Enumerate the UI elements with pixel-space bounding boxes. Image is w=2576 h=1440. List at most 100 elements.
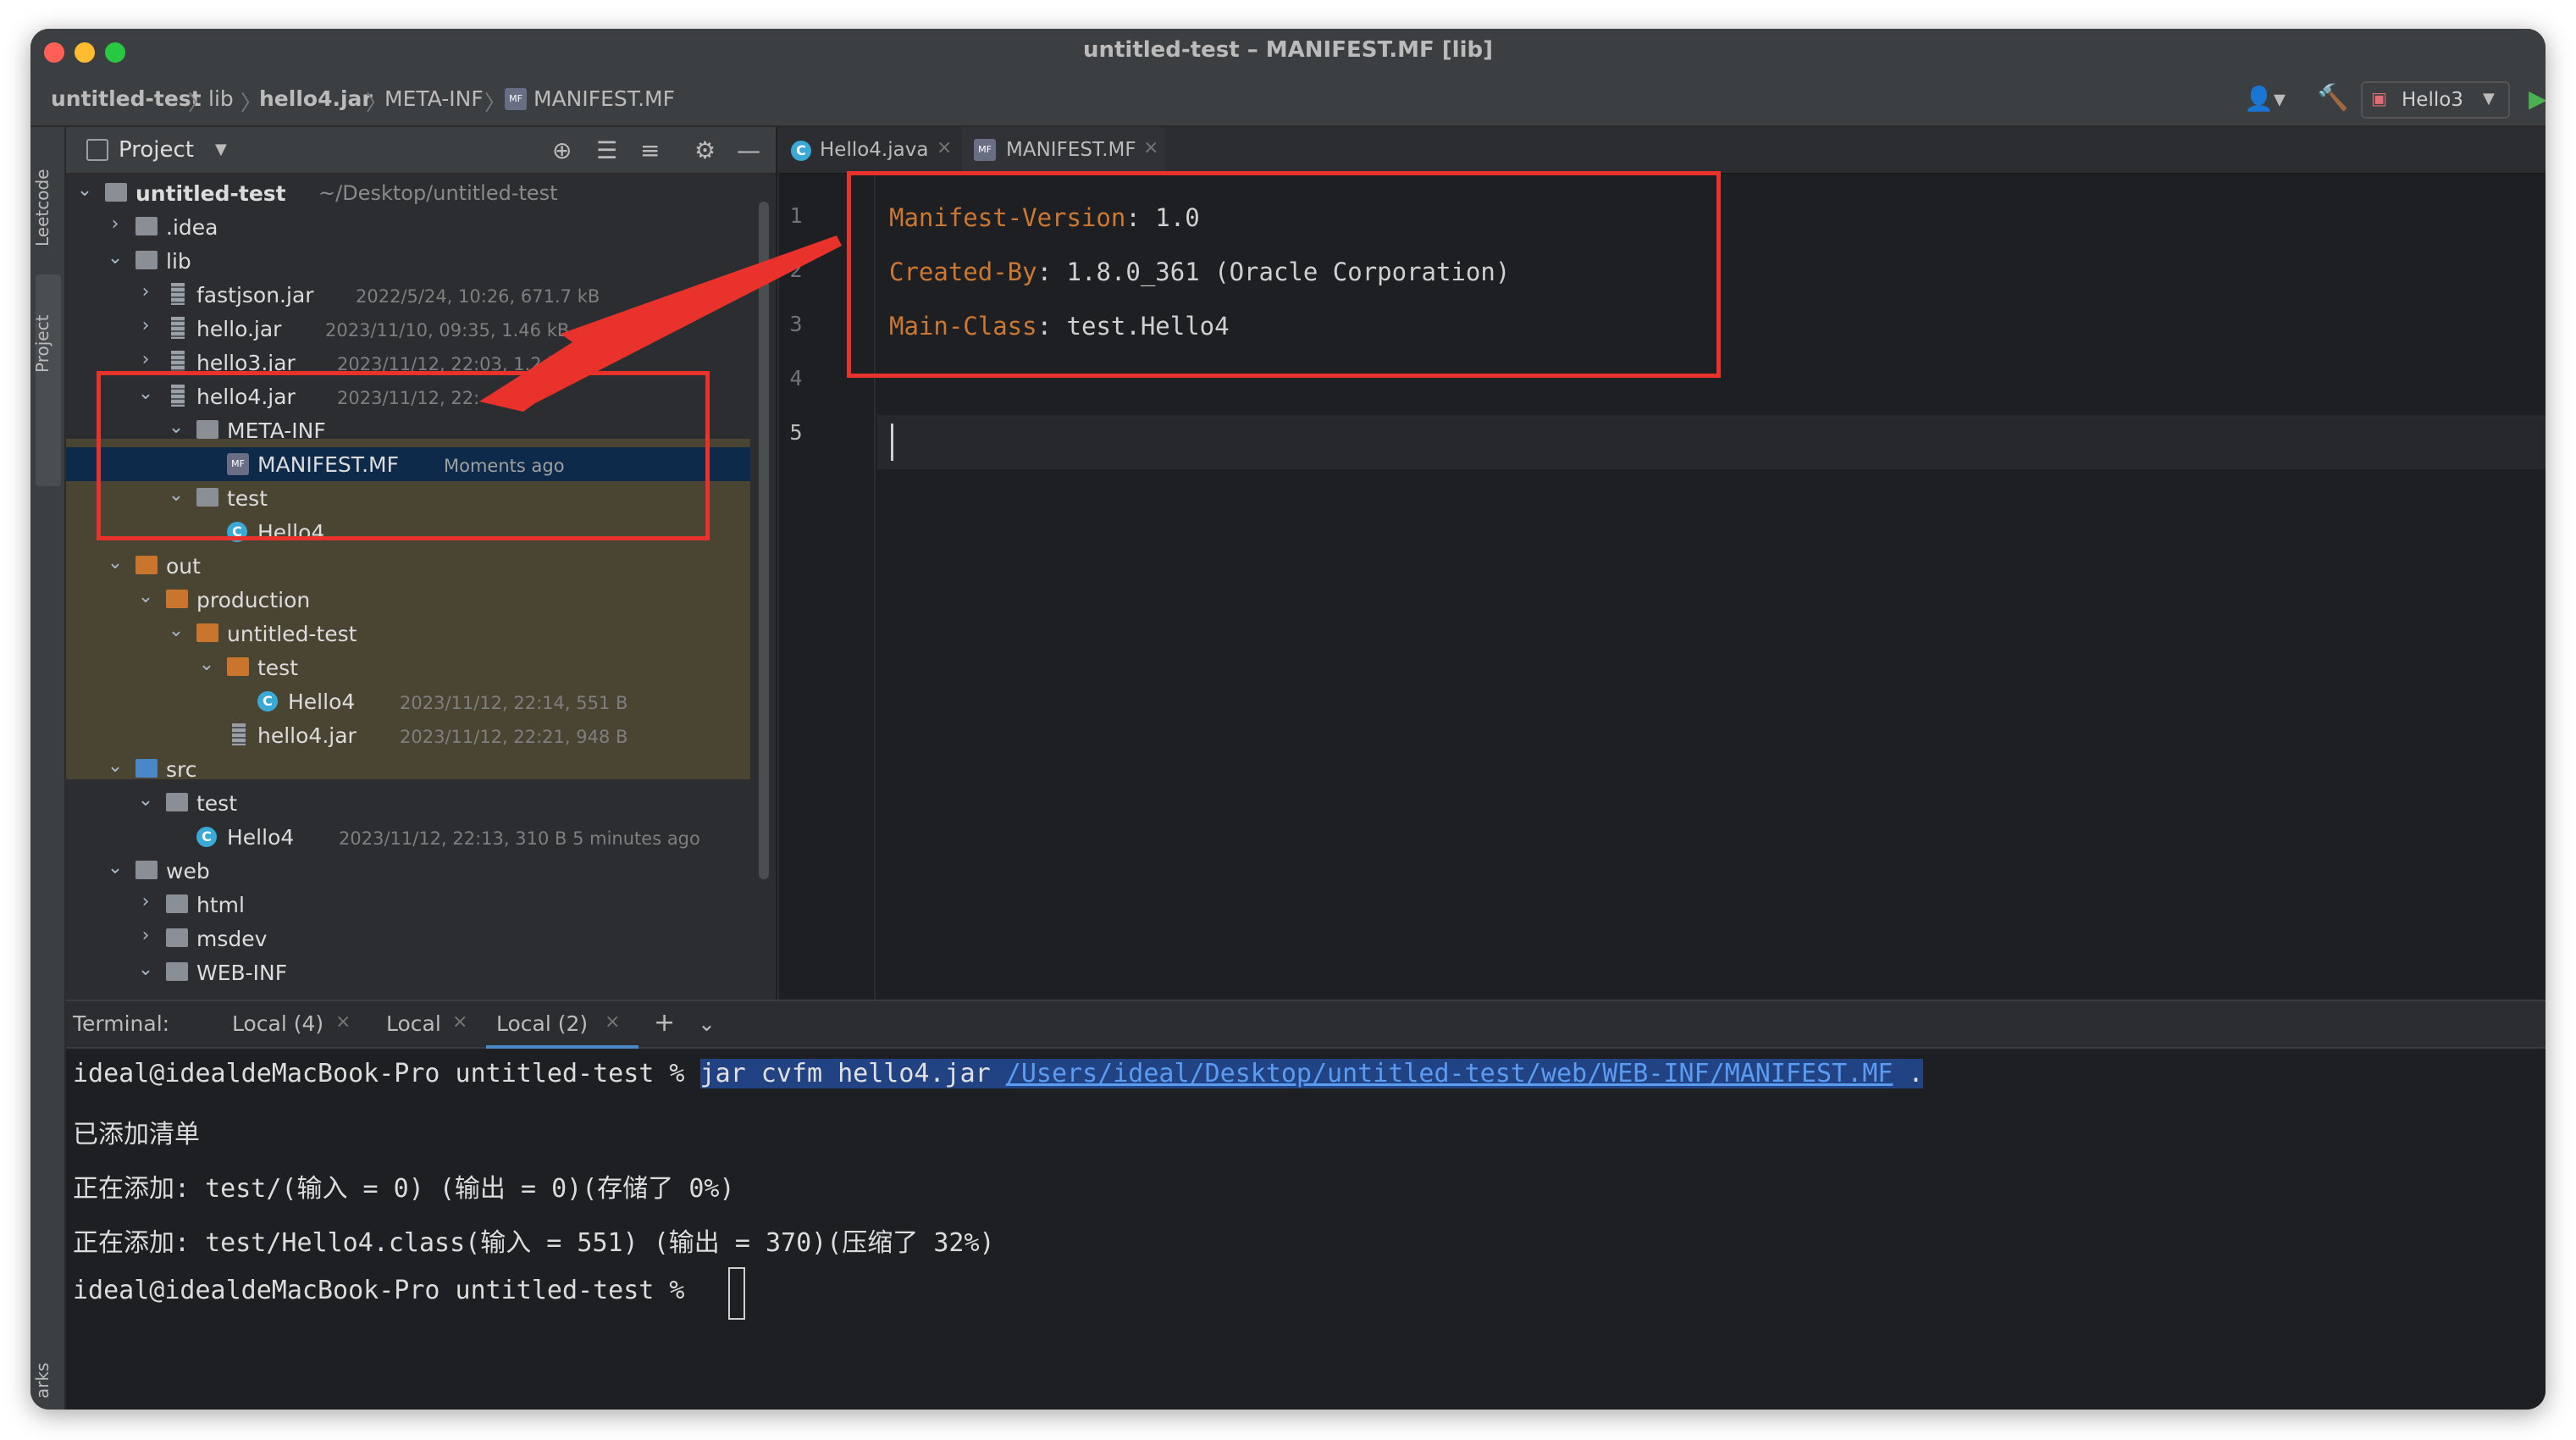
chevron-down-icon[interactable]: ⌄	[75, 180, 95, 201]
breadcrumb-separator: 〉	[484, 91, 506, 115]
hide-panel-icon[interactable]: —	[737, 139, 760, 163]
project-panel-header: Project ▼ ⊕ ☰ ≡ ⚙ —	[66, 127, 776, 174]
folder-icon	[135, 759, 158, 778]
jar-icon	[171, 317, 185, 339]
jar-icon	[171, 351, 185, 373]
tree-item-label: test	[257, 656, 299, 680]
line-number: 5	[789, 420, 803, 445]
close-tab-icon[interactable]: ×	[335, 1011, 351, 1033]
chevron-down-icon[interactable]: ⌄	[698, 1011, 716, 1036]
terminal-tab-active[interactable]: Local (2) ×	[486, 1001, 638, 1049]
manifest-file-icon: MF	[505, 88, 527, 110]
tab-manifest-mf[interactable]: MF MANIFEST.MF ×	[962, 127, 1165, 174]
close-tab-icon[interactable]: ×	[1143, 137, 1158, 158]
terminal-tab[interactable]: Local (4)	[232, 1011, 323, 1036]
breadcrumb-meta-inf[interactable]: META-INF	[384, 86, 484, 111]
project-tool-button[interactable]: Project	[32, 293, 64, 395]
tree-item[interactable]: hello4.jar 2023/11/12, 22:21, 948 B	[66, 718, 750, 752]
user-icon[interactable]: 👤▾	[2244, 85, 2286, 113]
tree-item[interactable]: ⌄ production	[66, 583, 750, 617]
tree-item[interactable]: › html	[66, 888, 750, 922]
folder-icon	[135, 251, 158, 269]
leetcode-tool-button[interactable]: Leetcode	[32, 144, 64, 271]
tree-item[interactable]: ⌄ test	[66, 786, 750, 820]
chevron-down-icon[interactable]: ⌄	[135, 789, 156, 811]
tree-item-label: out	[166, 554, 201, 579]
close-tab-icon[interactable]: ×	[937, 137, 952, 158]
chevron-right-icon[interactable]: ›	[135, 281, 156, 302]
collapse-all-icon[interactable]: ≡	[640, 139, 660, 163]
tree-item[interactable]: › hello.jar 2023/11/10, 09:35, 1.46 kB	[66, 312, 750, 346]
tree-item[interactable]: ⌄ WEB-INF	[66, 955, 750, 989]
folder-icon	[135, 217, 158, 235]
chevron-right-icon[interactable]: ›	[135, 349, 156, 370]
terminal-cursor	[728, 1267, 745, 1320]
close-tab-icon[interactable]: ×	[605, 1011, 620, 1033]
folder-icon	[166, 590, 188, 608]
terminal-output-line: 正在添加: test/Hello4.class(输入 = 551) (输出 = …	[73, 1228, 995, 1258]
tree-item[interactable]: › fastjson.jar 2022/5/24, 10:26, 671.7 k…	[66, 278, 750, 312]
chevron-down-icon[interactable]: ⌄	[135, 586, 156, 607]
expand-all-icon[interactable]: ☰	[596, 139, 617, 163]
tree-item[interactable]: C Hello4 2023/11/12, 22:14, 551 B	[66, 684, 750, 718]
project-scrollbar[interactable]	[759, 202, 769, 879]
line-number: 2	[789, 258, 803, 282]
jar-icon	[171, 283, 185, 305]
folder-icon	[166, 894, 188, 913]
gear-icon[interactable]: ⚙	[694, 139, 716, 163]
terminal-prompt-line[interactable]: ideal@idealdeMacBook-Pro untitled-test %	[73, 1276, 684, 1305]
terminal-output-line: 已添加清单	[73, 1120, 200, 1149]
tree-item-label: lib	[166, 249, 191, 274]
breadcrumb-file[interactable]: MANIFEST.MF	[533, 86, 675, 111]
package-icon	[166, 793, 188, 811]
manifest-path-link[interactable]: /Users/ideal/Desktop/untitled-test/web/W…	[1006, 1059, 1893, 1088]
locate-file-icon[interactable]: ⊕	[552, 139, 572, 163]
chevron-down-icon[interactable]: ⌄	[135, 959, 156, 980]
run-configuration-select[interactable]: ▣ Hello3 ▼	[2361, 81, 2510, 119]
config-icon: ▣	[2371, 88, 2387, 108]
tree-item[interactable]: ⌄ lib	[66, 244, 750, 278]
chevron-down-icon[interactable]: ⌄	[166, 620, 186, 641]
tree-root[interactable]: ⌄ untitled-test ~/Desktop/untitled-test	[66, 176, 750, 210]
chevron-right-icon[interactable]: ›	[135, 315, 156, 336]
editor-tabs: C Hello4.java × MF MANIFEST.MF ×	[779, 127, 2546, 174]
tree-item-label: msdev	[196, 927, 268, 951]
tree-item[interactable]: C Hello4 2023/11/12, 22:13, 310 B 5 minu…	[66, 820, 750, 854]
window-title: untitled-test – MANIFEST.MF [lib]	[1082, 37, 1494, 63]
tab-hello4-java[interactable]: C Hello4.java ×	[779, 127, 959, 174]
terminal-header: Terminal: Local (4) × Local × Local (2) …	[66, 1001, 2546, 1049]
title-bar: untitled-test – MANIFEST.MF [lib]	[30, 29, 2546, 73]
run-icon[interactable]: ▶	[2529, 85, 2546, 113]
new-tab-icon[interactable]: +	[654, 1008, 675, 1038]
chevron-right-icon[interactable]: ›	[105, 213, 125, 235]
chevron-down-icon[interactable]: ▼	[215, 141, 227, 158]
close-tab-icon[interactable]: ×	[452, 1011, 467, 1033]
chevron-down-icon[interactable]: ⌄	[105, 552, 125, 573]
web-folder-icon	[135, 861, 158, 879]
terminal-command-selected: jar cvfm hello4.jar /Users/ideal/Desktop…	[699, 1059, 1924, 1088]
breadcrumb-jar[interactable]: hello4.jar	[259, 86, 373, 111]
breadcrumb-project[interactable]: untitled-test	[51, 86, 202, 111]
chevron-right-icon[interactable]: ›	[135, 925, 156, 946]
project-panel-title[interactable]: Project	[119, 137, 194, 163]
tree-item[interactable]: › msdev	[66, 922, 750, 955]
chevron-down-icon[interactable]: ⌄	[105, 756, 125, 777]
bookmarks-tool-button[interactable]: arks	[32, 1355, 64, 1406]
terminal-tab[interactable]: Local	[386, 1011, 441, 1036]
chevron-down-icon[interactable]: ⌄	[105, 857, 125, 878]
tree-item[interactable]: ⌄ test	[66, 651, 750, 684]
class-icon: C	[196, 827, 217, 847]
terminal-command-line[interactable]: ideal@idealdeMacBook-Pro untitled-test %…	[73, 1059, 1924, 1088]
folder-icon	[196, 623, 218, 642]
breadcrumb-lib[interactable]: lib	[208, 86, 234, 111]
build-hammer-icon[interactable]: 🔨	[2317, 83, 2348, 113]
tree-item[interactable]: ⌄ web	[66, 854, 750, 888]
chevron-down-icon[interactable]: ⌄	[196, 654, 217, 675]
tree-item[interactable]: ⌄ untitled-test	[66, 617, 750, 651]
chevron-right-icon[interactable]: ›	[135, 891, 156, 912]
chevron-down-icon[interactable]: ⌄	[105, 247, 125, 269]
tree-item[interactable]: ⌄ src	[66, 752, 750, 786]
tab-label: Hello4.java	[820, 139, 929, 161]
tree-item[interactable]: ⌄ out	[66, 549, 750, 583]
tree-item[interactable]: › .idea	[66, 210, 750, 244]
